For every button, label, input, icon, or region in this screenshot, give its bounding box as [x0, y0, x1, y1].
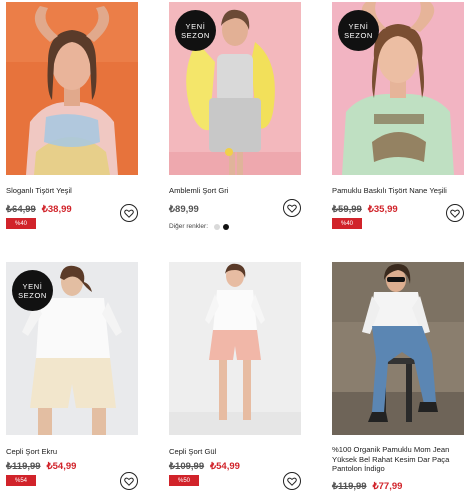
- new-season-badge: YENİ SEZON: [175, 10, 216, 51]
- product-card[interactable]: YENİ SEZON Amblemli Şort Gri ₺89,99 Diğe…: [169, 2, 301, 230]
- new-season-badge: YENİ SEZON: [338, 10, 379, 51]
- price-row: ₺64,99 ₺38,99: [6, 204, 72, 215]
- product-name[interactable]: %100 Organik Pamuklu Mom Jean Yüksek Bel…: [332, 445, 460, 474]
- badge-line1: YENİ: [22, 281, 43, 291]
- product-name[interactable]: Amblemli Şort Gri: [169, 186, 229, 196]
- discount-badge: %50: [169, 475, 199, 486]
- sale-price: ₺35,99: [367, 204, 398, 215]
- color-swatch-black[interactable]: [223, 223, 230, 230]
- product-image[interactable]: YENİ SEZON: [169, 2, 301, 175]
- favorite-heart-icon[interactable]: [446, 204, 464, 222]
- favorite-heart-icon[interactable]: [283, 199, 301, 217]
- product-image[interactable]: [169, 262, 301, 435]
- badge-line2: SEZON: [344, 30, 373, 40]
- sale-price: ₺77,99: [372, 481, 403, 492]
- product-name[interactable]: Pamuklu Baskılı Tişört Nane Yeşili: [332, 186, 447, 196]
- new-season-badge: YENİ SEZON: [12, 270, 53, 311]
- product-image[interactable]: [6, 2, 138, 175]
- product-card[interactable]: Cepli Şort Gül ₺109,99 ₺54,99 %50: [169, 262, 301, 490]
- badge-line1: YENİ: [348, 21, 369, 31]
- badge-line2: SEZON: [18, 290, 47, 300]
- old-price: ₺119,99: [332, 481, 367, 492]
- product-card[interactable]: Sloganlı Tişört Yeşil ₺64,99 ₺38,99 %40: [6, 2, 138, 229]
- badge-line1: YENİ: [185, 21, 206, 31]
- other-colors: Diğer renkler:: [169, 223, 230, 230]
- product-card[interactable]: YENİ SEZON Cepli Şort Ekru ₺119,99 ₺54,9…: [6, 262, 138, 490]
- product-image[interactable]: YENİ SEZON: [6, 262, 138, 435]
- discount-badge: %54: [6, 475, 36, 486]
- sale-price: ₺54,99: [46, 461, 77, 472]
- product-name[interactable]: Cepli Şort Ekru: [6, 447, 57, 457]
- product-card[interactable]: %100 Organik Pamuklu Mom Jean Yüksek Bel…: [332, 262, 464, 492]
- badge-line2: SEZON: [181, 30, 210, 40]
- product-card[interactable]: YENİ SEZON Pamuklu Baskılı Tişört Nane Y…: [332, 2, 464, 229]
- favorite-heart-icon[interactable]: [120, 472, 138, 490]
- favorite-heart-icon[interactable]: [283, 472, 301, 490]
- price-row: ₺59,99 ₺35,99: [332, 204, 398, 215]
- price-row: ₺109,99 ₺54,99: [169, 461, 240, 472]
- sale-price: ₺54,99: [210, 461, 240, 472]
- other-colors-label: Diğer renkler:: [169, 223, 209, 230]
- sale-price: ₺38,99: [41, 204, 72, 215]
- old-price: ₺119,99: [6, 461, 41, 472]
- discount-badge: %40: [6, 218, 36, 229]
- price: ₺89,99: [169, 204, 199, 215]
- product-name[interactable]: Cepli Şort Gül: [169, 447, 216, 457]
- product-image[interactable]: [332, 262, 464, 435]
- price-row: ₺119,99 ₺77,99: [332, 481, 402, 492]
- favorite-heart-icon[interactable]: [120, 204, 138, 222]
- discount-badge: %40: [332, 218, 362, 229]
- old-price: ₺64,99: [6, 204, 36, 215]
- color-swatch-light[interactable]: [214, 223, 221, 230]
- old-price: ₺59,99: [332, 204, 362, 215]
- product-image[interactable]: YENİ SEZON: [332, 2, 464, 175]
- old-price: ₺109,99: [169, 461, 205, 472]
- price-row: ₺119,99 ₺54,99: [6, 461, 76, 472]
- product-name[interactable]: Sloganlı Tişört Yeşil: [6, 186, 72, 196]
- price-row: ₺89,99: [169, 204, 199, 215]
